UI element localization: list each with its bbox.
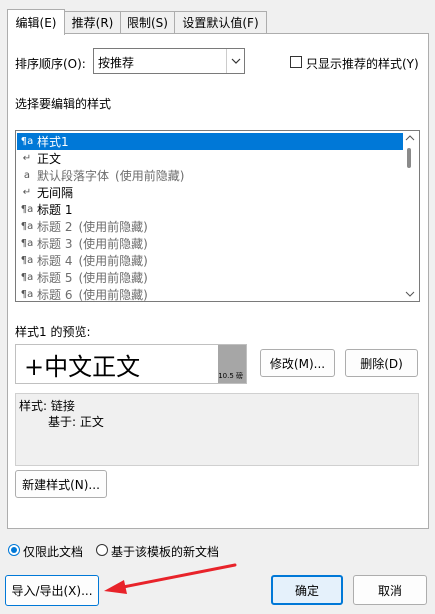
preview-size: 10.5 磅: [218, 372, 243, 380]
tab-restrict-label: 限制(S): [127, 16, 168, 30]
sort-order-label: 排序顺序(O):: [15, 57, 86, 71]
style-hidden-note: (使用前隐藏): [78, 271, 148, 285]
style-name: 标题 2: [37, 220, 73, 234]
style-name: 样式1: [37, 135, 69, 149]
cancel-button[interactable]: 取消: [353, 575, 427, 605]
tab-recommend-label: 推荐(R): [71, 16, 114, 30]
sort-order-value: 按推荐: [98, 56, 135, 70]
delete-button[interactable]: 删除(D): [345, 349, 418, 377]
style-name: 标题 5: [37, 271, 73, 285]
linked-style-icon: ¶a: [20, 289, 34, 300]
linked-style-icon: ¶a: [20, 204, 34, 215]
radio-template-documents-label: 基于该模板的新文档: [111, 545, 220, 559]
description-line-1: 样式: 链接: [19, 399, 75, 413]
style-list[interactable]: ¶a 样式1 ↵ 正文 a 默认段落字体 (使用前隐藏) ↵ 无间隔 ¶a 标题 1 ¶a 标题 2 (使…: [15, 130, 420, 302]
tab-edit-label: 编辑(E): [15, 16, 57, 30]
style-hidden-note: (使用前隐藏): [115, 169, 185, 183]
list-item[interactable]: a 默认段落字体 (使用前隐藏): [17, 167, 403, 184]
import-export-button-label: 导入/导出(X)...: [11, 584, 93, 598]
list-item[interactable]: ¶a 标题 3 (使用前隐藏): [17, 235, 403, 252]
style-name: 正文: [37, 152, 62, 166]
red-arrow-annotation: [104, 563, 237, 594]
delete-button-label: 删除(D): [360, 356, 403, 371]
list-item[interactable]: ¶a 标题 4 (使用前隐藏): [17, 252, 403, 269]
preview-sample-text: +中文正文: [24, 353, 141, 381]
scrollbar-thumb[interactable]: [407, 148, 411, 168]
only-recommended-label: 只显示推荐的样式(Y): [306, 57, 419, 71]
only-recommended-checkbox[interactable]: [290, 56, 302, 68]
style-hidden-note: (使用前隐藏): [78, 220, 148, 234]
new-style-button[interactable]: 新建样式(N)...: [15, 470, 107, 498]
scroll-down-icon[interactable]: [405, 291, 415, 297]
ok-button-label: 确定: [294, 583, 319, 598]
cancel-button-label: 取消: [377, 583, 402, 598]
radio-template-documents[interactable]: [96, 544, 108, 556]
character-style-icon: a: [23, 170, 31, 181]
tab-set-defaults-label: 设置默认值(F): [182, 16, 259, 30]
import-export-button[interactable]: 导入/导出(X)...: [5, 575, 99, 606]
tab-restrict[interactable]: 限制(S): [120, 11, 175, 33]
scroll-up-icon[interactable]: [405, 135, 415, 141]
style-name: 标题 6: [37, 288, 73, 302]
style-name: 标题 3: [37, 237, 73, 251]
tab-set-defaults[interactable]: 设置默认值(F): [174, 11, 267, 33]
style-name: 无间隔: [37, 186, 74, 200]
list-item[interactable]: ¶a 标题 2 (使用前隐藏): [17, 218, 403, 235]
select-style-label: 选择要编辑的样式: [15, 97, 112, 111]
style-name: 默认段落字体: [37, 169, 110, 183]
paragraph-style-icon: ↵: [22, 153, 32, 164]
ok-button[interactable]: 确定: [271, 575, 343, 605]
radio-this-document-label: 仅限此文档: [23, 545, 84, 559]
linked-style-icon: ¶a: [20, 136, 34, 147]
radio-this-document[interactable]: [8, 544, 20, 556]
linked-style-icon: ¶a: [20, 255, 34, 266]
style-name: 标题 1: [37, 203, 73, 217]
linked-style-icon: ¶a: [20, 221, 34, 232]
style-hidden-note: (使用前隐藏): [78, 237, 148, 251]
list-item[interactable]: ↵ 正文: [17, 150, 403, 167]
list-scrollbar[interactable]: [402, 132, 418, 300]
list-item[interactable]: ¶a 标题 6 (使用前隐藏): [17, 286, 403, 302]
tab-recommend[interactable]: 推荐(R): [64, 11, 121, 33]
style-name: 标题 4: [37, 254, 73, 268]
description-line-2: 基于: 正文: [48, 415, 104, 429]
style-hidden-note: (使用前隐藏): [78, 288, 148, 302]
list-item[interactable]: ¶a 样式1: [17, 133, 403, 150]
style-description: 样式: 链接 基于: 正文: [15, 393, 419, 466]
sort-order-dropdown[interactable]: 按推荐: [93, 48, 245, 74]
tab-edit[interactable]: 编辑(E): [7, 9, 65, 35]
new-style-button-label: 新建样式(N)...: [22, 477, 100, 492]
style-preview: +中文正文 10.5 磅: [15, 344, 247, 384]
linked-style-icon: ¶a: [20, 272, 34, 283]
paragraph-style-icon: ↵: [22, 187, 32, 198]
style-hidden-note: (使用前隐藏): [78, 254, 148, 268]
list-item[interactable]: ↵ 无间隔: [17, 184, 403, 201]
list-item[interactable]: ¶a 标题 1: [17, 201, 403, 218]
preview-label: 样式1 的预览:: [15, 325, 91, 339]
modify-button-label: 修改(M)...: [269, 356, 326, 371]
modify-button[interactable]: 修改(M)...: [260, 349, 335, 377]
linked-style-icon: ¶a: [20, 238, 34, 249]
list-item[interactable]: ¶a 标题 5 (使用前隐藏): [17, 269, 403, 286]
chevron-down-icon[interactable]: [226, 49, 244, 73]
